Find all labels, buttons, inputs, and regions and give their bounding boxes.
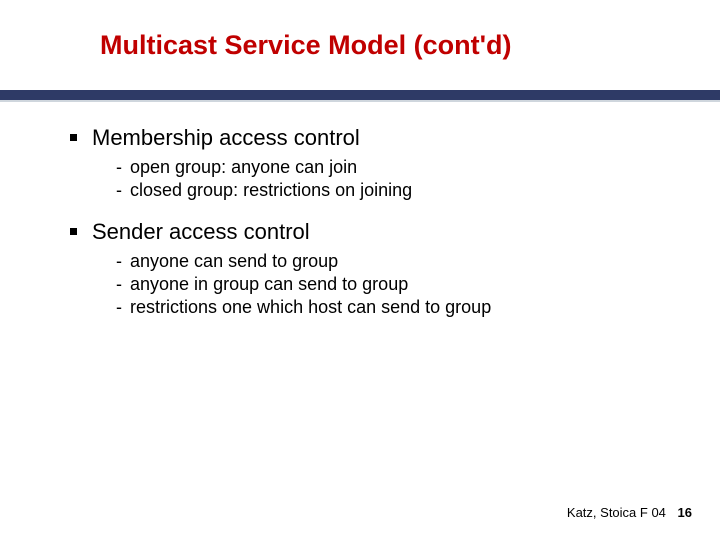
bullet-level1: Membership access control	[70, 125, 670, 151]
slide-footer: Katz, Stoica F 04 16	[567, 505, 692, 520]
bullet-level2: anyone can send to group	[116, 251, 670, 272]
square-bullet-icon	[70, 134, 77, 141]
section-sender: Sender access control anyone can send to…	[70, 219, 670, 318]
bullet-text: Membership access control	[92, 125, 360, 150]
section-membership: Membership access control open group: an…	[70, 125, 670, 201]
page-number: 16	[678, 505, 692, 520]
title-divider	[0, 90, 720, 100]
bullet-level2: open group: anyone can join	[116, 157, 670, 178]
slide: Multicast Service Model (cont'd) Members…	[0, 0, 720, 540]
square-bullet-icon	[70, 228, 77, 235]
bullet-level2: anyone in group can send to group	[116, 274, 670, 295]
slide-body: Membership access control open group: an…	[70, 125, 670, 336]
footer-attribution: Katz, Stoica F 04	[567, 505, 666, 520]
slide-title: Multicast Service Model (cont'd)	[100, 30, 680, 61]
bullet-level1: Sender access control	[70, 219, 670, 245]
bullet-level2: restrictions one which host can send to …	[116, 297, 670, 318]
bullet-level2: closed group: restrictions on joining	[116, 180, 670, 201]
bullet-text: Sender access control	[92, 219, 310, 244]
